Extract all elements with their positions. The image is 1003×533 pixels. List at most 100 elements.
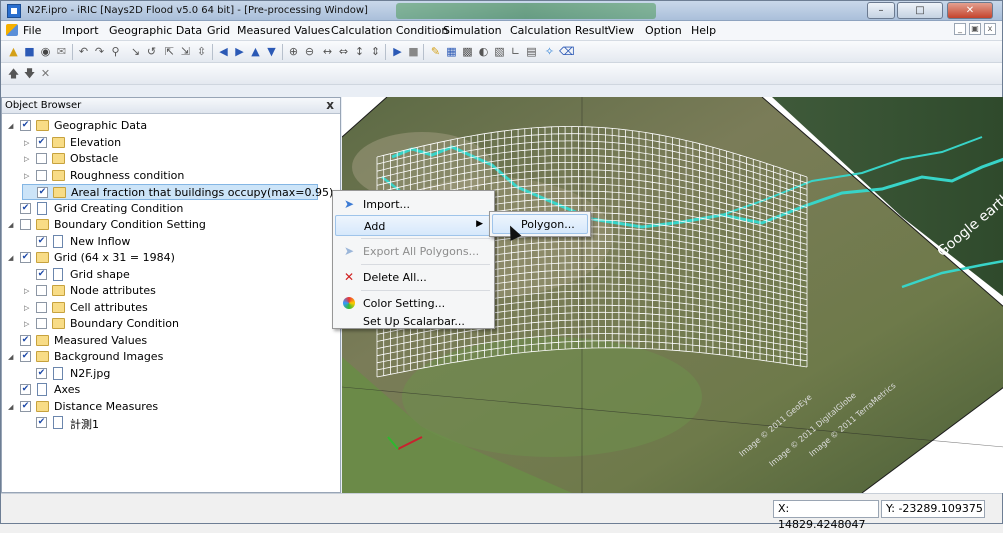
expand-icon[interactable]: ▷ (24, 139, 32, 147)
edit-icon[interactable]: ✎ (429, 45, 442, 58)
snapshot-icon[interactable]: ◉ (39, 45, 52, 58)
collapse-icon[interactable]: ◢ (8, 403, 16, 411)
mdi-close-button[interactable]: x (984, 23, 996, 35)
axis-xy-icon[interactable]: ↘ (129, 45, 142, 58)
visibility-checkbox[interactable] (36, 169, 47, 181)
move-vv-icon[interactable]: ⇕ (369, 45, 382, 58)
collapse-icon[interactable]: ◢ (8, 254, 16, 262)
menu-item-export-all-polygons[interactable]: ➤ Export All Polygons... (335, 241, 492, 262)
menu-item-import[interactable]: ➤ Import... (335, 194, 492, 215)
visibility-checkbox[interactable]: ✔ (20, 334, 31, 346)
tree-item[interactable]: ✔ Grid Creating Condition (6, 201, 320, 217)
menu-option[interactable]: Option (645, 24, 682, 37)
tree-item[interactable]: ▷ ✔ Elevation (22, 135, 320, 151)
menu-help[interactable]: Help (691, 24, 716, 37)
visibility-checkbox[interactable]: ✔ (36, 235, 47, 247)
visibility-checkbox[interactable]: ✔ (36, 367, 47, 379)
grid4-icon[interactable]: ▧ (493, 45, 506, 58)
tree-item[interactable]: ✔ 計測1 (22, 415, 320, 431)
mail-icon[interactable]: ✉ (55, 45, 68, 58)
menu-calculation-condition[interactable]: Calculation Condition (331, 24, 448, 37)
close-button[interactable]: ✕ (947, 2, 993, 19)
expand-icon[interactable]: ▷ (24, 172, 32, 180)
move-v-icon[interactable]: ↕ (353, 45, 366, 58)
visibility-checkbox[interactable]: ✔ (20, 400, 31, 412)
maximize-button[interactable]: □ (897, 2, 943, 19)
tree-item[interactable]: ✔ Axes (6, 382, 320, 398)
menu-view[interactable]: View (608, 24, 634, 37)
visibility-checkbox[interactable]: ✔ (20, 252, 31, 263)
visibility-checkbox[interactable]: ✔ (36, 417, 47, 428)
tree-item[interactable]: ▷ Node attributes (22, 283, 320, 299)
arrow-down-icon[interactable]: ▼ (265, 45, 278, 58)
menu-calculation-result[interactable]: Calculation Result (510, 24, 609, 37)
axis-z-icon[interactable]: ⇳ (195, 45, 208, 58)
visibility-checkbox[interactable] (20, 219, 31, 230)
tree-item[interactable]: ◢ Boundary Condition Setting (6, 217, 320, 233)
undo-icon[interactable]: ↶ (77, 45, 90, 58)
visibility-checkbox[interactable] (36, 285, 47, 296)
collapse-icon[interactable]: ◢ (8, 353, 16, 361)
grid2-icon[interactable]: ▩ (461, 45, 474, 58)
chart-icon[interactable]: ▤ (525, 45, 538, 58)
save-icon[interactable]: ■ (23, 45, 36, 58)
zoom-out-icon[interactable]: ⊖ (303, 45, 316, 58)
visibility-checkbox[interactable]: ✔ (20, 202, 31, 214)
menu-item-add[interactable]: Add ▶ (335, 215, 492, 236)
minimize-button[interactable]: – (867, 2, 895, 19)
tree-item[interactable]: ✔ Areal fraction that buildings occupy(ma… (22, 184, 333, 200)
visibility-checkbox[interactable]: ✔ (36, 268, 47, 280)
tree-item[interactable]: ◢ ✔ Background Images (6, 349, 320, 365)
tree-item[interactable]: ◢ ✔ Geographic Data (6, 118, 320, 134)
visibility-checkbox[interactable]: ✔ (37, 187, 48, 198)
menu-simulation[interactable]: Simulation (443, 24, 502, 37)
move-down-icon[interactable]: 🡇 (23, 67, 36, 80)
clip-icon[interactable]: ⌫ (559, 45, 575, 58)
menu-geographic-data[interactable]: Geographic Data (109, 24, 202, 37)
grid3-icon[interactable]: ◐ (477, 45, 490, 58)
redo-icon[interactable]: ↷ (93, 45, 106, 58)
visibility-checkbox[interactable] (36, 318, 47, 329)
mdi-minimize-button[interactable]: _ (954, 23, 966, 35)
menu-item-delete-all[interactable]: ✕ Delete All... (335, 267, 492, 288)
axis-y-icon[interactable]: ⇲ (179, 45, 192, 58)
mdi-restore-button[interactable]: ▣ (969, 23, 981, 35)
tree-item[interactable]: ✔ New Inflow (22, 234, 320, 250)
collapse-icon[interactable]: ◢ (8, 221, 16, 229)
menu-grid[interactable]: Grid (207, 24, 230, 37)
tree-item[interactable]: ▷ Boundary Condition (22, 316, 320, 332)
arrow-up-icon[interactable]: ▲ (249, 45, 262, 58)
axis-x-icon[interactable]: ⇱ (163, 45, 176, 58)
tree-item[interactable]: ◢ ✔ Grid (64 x 31 = 1984) (6, 250, 320, 266)
zoom-in-icon[interactable]: ⊕ (287, 45, 300, 58)
arrow-right-icon[interactable]: ▶ (233, 45, 246, 58)
menu-item-set-up-scalarbar[interactable]: Set Up Scalarbar... (335, 311, 492, 332)
arrow-left-icon[interactable]: ◀ (217, 45, 230, 58)
expand-icon[interactable]: ▷ (24, 304, 32, 312)
visibility-checkbox[interactable] (36, 153, 47, 164)
stop-icon[interactable]: ■ (407, 45, 420, 58)
zoom-icon[interactable]: ⚲ (109, 45, 122, 58)
expand-icon[interactable]: ▷ (24, 155, 32, 163)
open-icon[interactable]: ▲ (7, 45, 20, 58)
tree-item[interactable]: ▷ Roughness condition (22, 168, 320, 184)
move-h-icon[interactable]: ↔ (321, 45, 334, 58)
visibility-checkbox[interactable]: ✔ (20, 384, 31, 395)
expand-icon[interactable]: ▷ (24, 320, 32, 328)
tree-item[interactable]: ✔ Measured Values (6, 333, 320, 349)
tree-item[interactable]: ✔ N2F.jpg (22, 366, 320, 382)
visibility-checkbox[interactable]: ✔ (36, 136, 47, 148)
tree-item[interactable]: ▷ Cell attributes (22, 300, 320, 316)
menu-file[interactable]: File (23, 24, 41, 37)
expand-icon[interactable]: ▷ (24, 287, 32, 295)
menu-import[interactable]: Import (62, 24, 99, 37)
tree-item[interactable]: ▷ Obstacle (22, 151, 320, 167)
axis-rotate-icon[interactable]: ↺ (145, 45, 158, 58)
object-browser-close-icon[interactable]: x (326, 98, 334, 112)
graph-icon[interactable]: ∟ (509, 45, 522, 58)
move-up-icon[interactable]: 🡅 (7, 67, 20, 80)
iric-icon[interactable]: ✧ (543, 45, 556, 58)
collapse-icon[interactable]: ◢ (8, 122, 16, 130)
visibility-checkbox[interactable] (36, 301, 47, 313)
visibility-checkbox[interactable]: ✔ (20, 120, 31, 131)
